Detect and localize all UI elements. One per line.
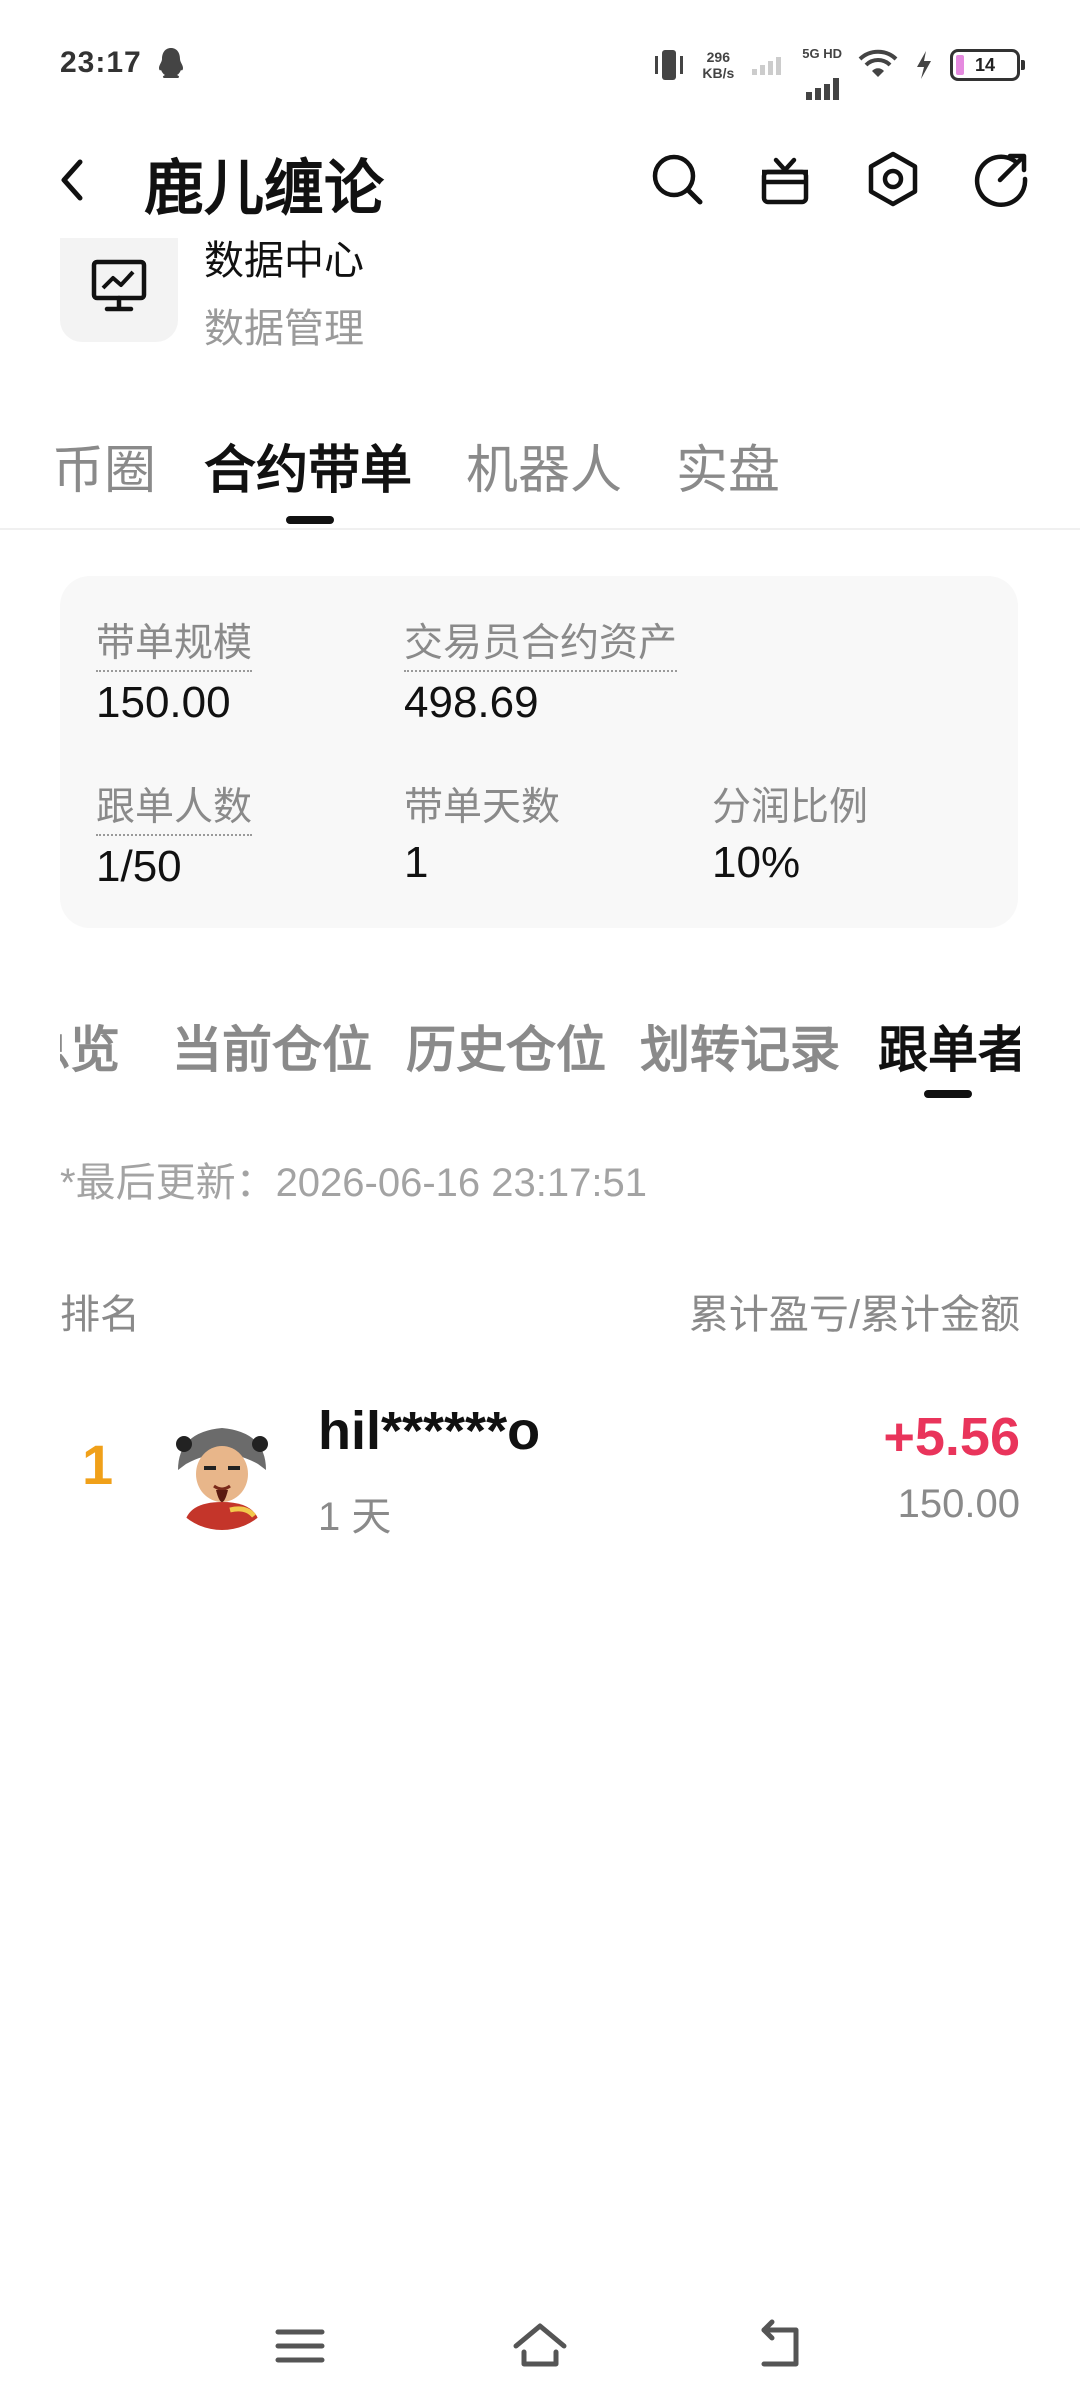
- sub-tabs: 总览 当前仓位 历史仓位 划转记录 跟单者: [60, 1000, 1020, 1100]
- stat-assets-label[interactable]: 交易员合约资产: [404, 612, 678, 672]
- stat-followers-value: 1/50: [96, 842, 182, 891]
- search-icon[interactable]: [646, 148, 708, 210]
- list-item[interactable]: 1 hil******o 1 天 +5.56 150.00: [0, 1380, 1080, 1540]
- stats-card: 带单规模 150.00 交易员合约资产 498.69 跟单人数 1/50 带单天…: [60, 576, 1018, 928]
- back-icon[interactable]: [52, 152, 92, 208]
- header: 鹿儿缠论: [0, 130, 1080, 230]
- status-bar: 23:17 296 KB/s 5G HD 14: [0, 0, 1080, 130]
- net-speed-value: 296: [706, 49, 730, 65]
- data-center-subtitle: 数据管理: [204, 307, 364, 351]
- tab-bots[interactable]: 机器人: [466, 428, 622, 503]
- tab-crypto[interactable]: 币圈: [52, 428, 156, 503]
- gift-icon[interactable]: [754, 148, 816, 210]
- list-header-rank: 排名: [60, 1293, 140, 1337]
- network-type: 5G HD: [802, 45, 842, 61]
- stat-days-label: 带单天数: [404, 786, 561, 829]
- stat-share-label: 分润比例: [712, 786, 869, 829]
- sub-tab-indicator: [924, 1090, 972, 1098]
- tab-copy-trading[interactable]: 合约带单: [204, 428, 412, 503]
- stat-followers: 跟单人数 1/50: [96, 776, 253, 892]
- tab-transfer-records[interactable]: 划转记录: [640, 1010, 840, 1082]
- follower-name: hil******o: [318, 1401, 541, 1461]
- tab-followers[interactable]: 跟单者: [878, 1010, 1020, 1082]
- qq-icon: [159, 48, 183, 78]
- net-speed-unit: KB/s: [702, 65, 735, 81]
- net-speed: 296 KB/s: [702, 49, 734, 81]
- wifi-icon: [858, 49, 898, 77]
- stat-share: 分润比例 10%: [712, 776, 868, 888]
- signal-weak-icon: [752, 57, 782, 75]
- data-center-icon-box[interactable]: [60, 238, 178, 342]
- status-time: 23:17: [60, 46, 142, 79]
- settings-icon[interactable]: [862, 148, 924, 210]
- back-nav-icon[interactable]: [750, 2316, 810, 2376]
- follower-rank: 1: [82, 1433, 114, 1496]
- stat-scale-label[interactable]: 带单规模: [96, 612, 253, 672]
- data-center-title[interactable]: 数据中心: [204, 228, 364, 286]
- menu-icon[interactable]: [270, 2316, 330, 2376]
- stat-days-value: 1: [404, 838, 429, 887]
- list-header-pnl: 累计盈亏/累计金额: [688, 1293, 1020, 1337]
- follower-days: 1 天: [318, 1495, 392, 1539]
- vibrate-icon: [655, 50, 684, 80]
- home-icon[interactable]: [510, 2316, 570, 2376]
- charging-icon: [917, 51, 931, 79]
- top-tab-indicator: [286, 516, 334, 524]
- page-title: 鹿儿缠论: [144, 155, 384, 222]
- system-nav-bar: [0, 2300, 1080, 2408]
- monitor-chart-icon: [91, 259, 147, 312]
- share-icon[interactable]: [970, 148, 1032, 210]
- tab-current-positions[interactable]: 当前仓位: [172, 1010, 372, 1082]
- stat-followers-label[interactable]: 跟单人数: [96, 776, 253, 836]
- stat-scale-value: 150.00: [96, 678, 231, 727]
- follower-amount: 150.00: [897, 1482, 1020, 1526]
- tab-live[interactable]: 实盘: [676, 428, 780, 503]
- tab-overview[interactable]: 总览: [60, 1010, 120, 1082]
- top-tabs: 币圈 合约带单 机器人 实盘: [0, 420, 1080, 530]
- tab-history-positions[interactable]: 历史仓位: [406, 1010, 606, 1082]
- signal-icon: [806, 77, 840, 100]
- battery-level: 14: [974, 54, 996, 75]
- last-update: *最后更新：2026-06-16 23:17:51: [60, 1161, 647, 1205]
- stat-days: 带单天数 1: [404, 776, 560, 888]
- stat-share-value: 10%: [712, 838, 801, 887]
- stat-assets-value: 498.69: [404, 678, 539, 727]
- avatar: [164, 1414, 280, 1530]
- battery-icon: 14: [950, 49, 1025, 81]
- stat-scale: 带单规模 150.00: [96, 612, 253, 728]
- follower-pnl: +5.56: [883, 1407, 1020, 1467]
- stat-assets: 交易员合约资产 498.69: [404, 612, 678, 728]
